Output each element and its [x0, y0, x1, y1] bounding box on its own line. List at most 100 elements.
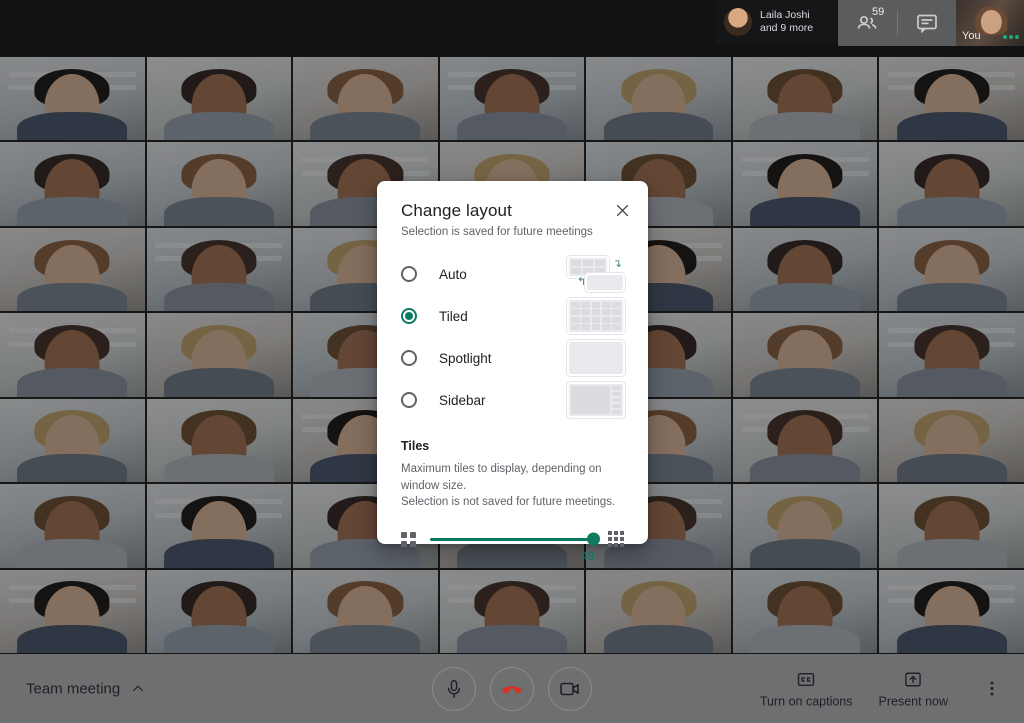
participant-tile[interactable] — [0, 313, 145, 397]
tiles-slider-value: 49 — [581, 551, 594, 564]
closed-captions-icon — [797, 672, 815, 686]
hang-up-button[interactable] — [490, 666, 534, 711]
participant-tile[interactable] — [732, 57, 878, 141]
participant-tile[interactable] — [146, 57, 292, 141]
radio-auto[interactable] — [401, 266, 417, 282]
tile-person-body — [17, 539, 128, 568]
tile-person-body — [163, 453, 274, 483]
tile-person-body — [896, 112, 1007, 141]
present-screen-icon — [905, 672, 922, 686]
participant-tile[interactable] — [879, 484, 1024, 568]
participant-tile[interactable] — [146, 227, 292, 312]
radio-tiled[interactable] — [401, 308, 417, 324]
participant-tile[interactable] — [293, 569, 438, 653]
auto-layout-thumbnail: ↴ ↰ — [567, 256, 625, 292]
present-now-button[interactable]: Present now — [879, 669, 948, 708]
phone-hangup-icon — [502, 685, 522, 694]
participant-tile[interactable] — [879, 398, 1024, 483]
tile-person-body — [750, 368, 861, 397]
dialog-title: Change layout — [401, 201, 512, 220]
close-button[interactable] — [610, 198, 634, 222]
participant-tile[interactable] — [146, 398, 292, 483]
tile-person-body — [750, 453, 861, 483]
right-controls: Turn on captions Present now — [760, 669, 1010, 708]
layout-option-tiled-label: Tiled — [439, 308, 468, 324]
tile-person-body — [163, 539, 274, 568]
tile-person-body — [17, 368, 128, 397]
turn-on-captions-button[interactable]: Turn on captions — [760, 669, 853, 708]
tiles-slider-thumb[interactable] — [587, 532, 600, 546]
avatar — [724, 8, 752, 36]
active-speaker-others: and 9 more — [760, 22, 814, 34]
participants-button[interactable]: 59 — [838, 0, 897, 46]
participant-tile[interactable] — [439, 57, 585, 141]
tile-person-body — [17, 282, 128, 312]
participant-tile[interactable] — [732, 484, 878, 568]
layout-option-auto[interactable]: Auto ↴ ↰ — [401, 253, 625, 295]
camera-button[interactable] — [548, 666, 592, 711]
participant-tile[interactable] — [146, 142, 292, 226]
tiles-slider-row: 49 — [401, 531, 624, 563]
active-speaker-chip[interactable]: Laila Joshi and 9 more — [716, 0, 840, 44]
tile-person-body — [750, 539, 861, 568]
tile-person-body — [17, 197, 128, 226]
participant-tile[interactable] — [879, 57, 1024, 141]
layout-option-sidebar[interactable]: Sidebar — [401, 379, 625, 421]
tiles-description-line-2: Selection is not saved for future meetin… — [401, 496, 616, 509]
grid-large-icon[interactable] — [608, 531, 624, 548]
layout-option-auto-label: Auto — [439, 266, 467, 282]
participant-tile[interactable] — [0, 569, 145, 653]
more-vertical-icon — [990, 681, 994, 696]
tile-person-body — [163, 282, 274, 312]
participant-tile[interactable] — [0, 398, 145, 483]
tile-person-body — [750, 197, 861, 226]
bottom-bar: Team meeting Turn on captions Present no… — [0, 654, 1024, 723]
participant-tile[interactable] — [732, 227, 878, 312]
participant-tile[interactable] — [732, 398, 878, 483]
tiles-slider[interactable] — [430, 532, 600, 546]
participant-tile[interactable] — [879, 569, 1024, 653]
self-view-tile[interactable]: You — [956, 0, 1024, 46]
tiles-description-line-1: Maximum tiles to display, depending on w… — [401, 463, 602, 492]
participant-tile[interactable] — [146, 484, 292, 568]
tile-person-body — [163, 624, 274, 653]
tile-person-body — [896, 197, 1007, 226]
participant-tile[interactable] — [146, 569, 292, 653]
tile-person-body — [750, 624, 861, 653]
participant-tile[interactable] — [732, 313, 878, 397]
chat-button[interactable] — [898, 0, 957, 46]
participant-tile[interactable] — [732, 569, 878, 653]
participant-tile[interactable] — [293, 57, 438, 141]
participant-tile[interactable] — [879, 142, 1024, 226]
tile-person-body — [163, 197, 274, 226]
present-now-label: Present now — [878, 694, 948, 708]
close-icon — [616, 204, 628, 216]
participant-tile[interactable] — [439, 569, 585, 653]
top-bar: Laila Joshi and 9 more 59 You — [0, 0, 1024, 57]
tile-person-body — [163, 368, 274, 397]
participant-tile[interactable] — [0, 57, 145, 141]
radio-spotlight[interactable] — [401, 350, 417, 366]
participant-tile[interactable] — [732, 142, 878, 226]
more-options-button[interactable] — [974, 675, 1010, 703]
tile-person-body — [750, 282, 861, 312]
participant-tile[interactable] — [146, 313, 292, 397]
participant-tile[interactable] — [879, 227, 1024, 312]
grid-small-icon[interactable] — [401, 531, 416, 547]
tile-person-body — [310, 624, 421, 653]
participant-tile[interactable] — [0, 484, 145, 568]
participant-tile[interactable] — [0, 227, 145, 312]
participant-tile[interactable] — [879, 313, 1024, 397]
layout-option-spotlight[interactable]: Spotlight — [401, 337, 625, 379]
radio-sidebar[interactable] — [401, 392, 417, 408]
participant-tile[interactable] — [586, 57, 731, 141]
layout-option-tiled[interactable]: Tiled — [401, 295, 625, 337]
meeting-name-button[interactable]: Team meeting — [26, 680, 146, 697]
more-dots-icon[interactable] — [1003, 35, 1019, 39]
participant-tile[interactable] — [586, 569, 731, 653]
tiles-heading: Tiles — [401, 439, 430, 453]
participant-tile[interactable] — [0, 142, 145, 226]
microphone-button[interactable] — [432, 666, 476, 711]
change-layout-dialog: Change layout Selection is saved for fut… — [377, 181, 648, 563]
tile-person-body — [17, 624, 128, 653]
